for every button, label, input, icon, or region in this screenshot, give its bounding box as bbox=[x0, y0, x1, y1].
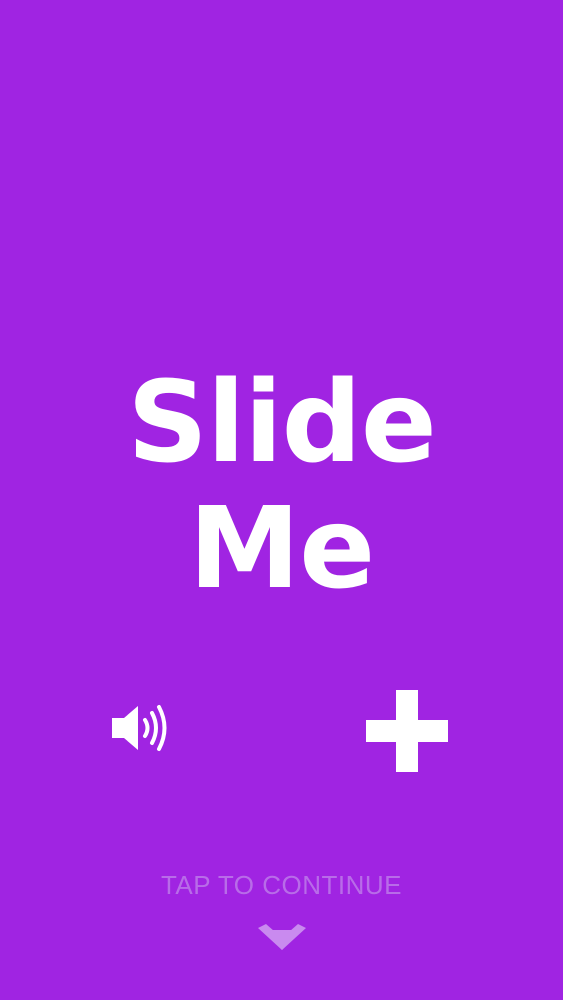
game-title-line-1: Slide bbox=[127, 358, 437, 488]
chevron-down-icon bbox=[258, 924, 306, 950]
tap-to-continue-label[interactable]: TAP TO CONTINUE bbox=[0, 870, 563, 901]
game-title: Slide Me bbox=[0, 360, 563, 612]
plus-button[interactable] bbox=[366, 690, 448, 772]
sound-toggle-button[interactable] bbox=[108, 700, 172, 756]
speaker-volume-icon bbox=[112, 705, 167, 751]
game-title-line-2: Me bbox=[188, 484, 375, 614]
continue-chevron[interactable] bbox=[258, 924, 306, 954]
plus-icon bbox=[366, 690, 448, 772]
